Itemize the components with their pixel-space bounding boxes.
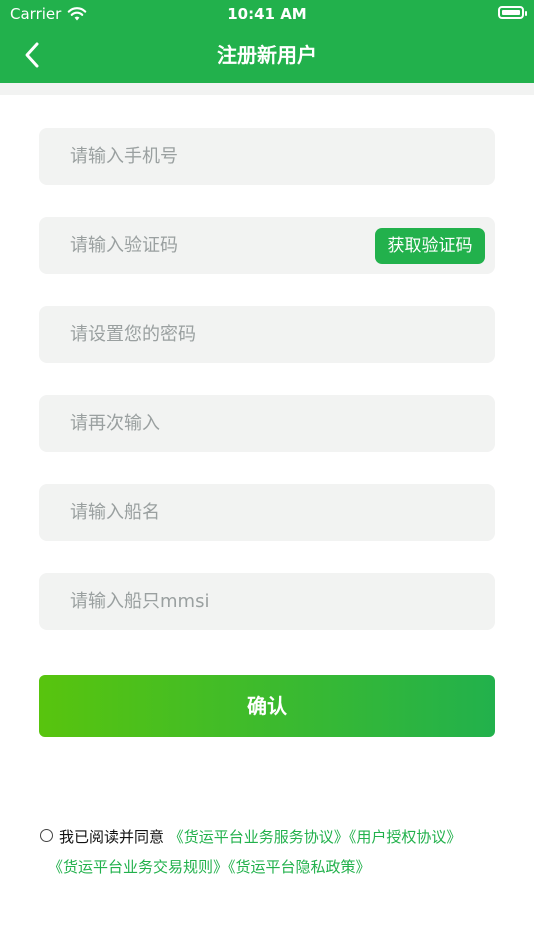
agreement-line-2: 《货运平台业务交易规则》《货运平台隐私政策》 bbox=[40, 852, 500, 882]
nav-bar: 注册新用户 bbox=[0, 28, 534, 83]
ship-name-input[interactable] bbox=[39, 484, 495, 541]
chevron-left-icon[interactable] bbox=[18, 40, 48, 70]
code-field: 获取验证码 bbox=[39, 217, 495, 274]
get-code-button[interactable]: 获取验证码 bbox=[375, 228, 485, 264]
password-field bbox=[39, 306, 495, 363]
phone-input[interactable] bbox=[39, 128, 495, 185]
page-title: 注册新用户 bbox=[217, 43, 317, 67]
ship-name-field bbox=[39, 484, 495, 541]
confirm-button[interactable]: 确认 bbox=[39, 675, 495, 737]
password-confirm-input[interactable] bbox=[39, 395, 495, 452]
password-confirm-field bbox=[39, 395, 495, 452]
link-service-agreement[interactable]: 《货运平台业务服务协议》 bbox=[169, 828, 349, 846]
agreement-prefix: 我已阅读并同意 bbox=[59, 828, 165, 846]
status-bar: Carrier 10:41 AM bbox=[0, 0, 534, 28]
link-privacy-policy[interactable]: 《货运平台隐私政策》 bbox=[228, 858, 371, 876]
password-input[interactable] bbox=[39, 306, 495, 363]
agree-radio-icon[interactable] bbox=[40, 829, 53, 842]
battery-icon bbox=[498, 6, 527, 19]
status-time: 10:41 AM bbox=[227, 5, 307, 23]
agreement-section: 我已阅读并同意 《货运平台业务服务协议》《用户授权协议》 《货运平台业务交易规则… bbox=[40, 822, 500, 882]
app-header: Carrier 10:41 AM 注册新用户 bbox=[0, 0, 534, 83]
phone-field bbox=[39, 128, 495, 185]
mmsi-input[interactable] bbox=[39, 573, 495, 630]
agreement-line-1: 我已阅读并同意 《货运平台业务服务协议》《用户授权协议》 bbox=[40, 822, 500, 852]
battery-fill bbox=[502, 10, 520, 15]
mmsi-field bbox=[39, 573, 495, 630]
link-user-authorization[interactable]: 《用户授权协议》 bbox=[349, 828, 462, 846]
header-divider bbox=[0, 83, 534, 95]
link-trading-rules[interactable]: 《货运平台业务交易规则》 bbox=[48, 858, 228, 876]
